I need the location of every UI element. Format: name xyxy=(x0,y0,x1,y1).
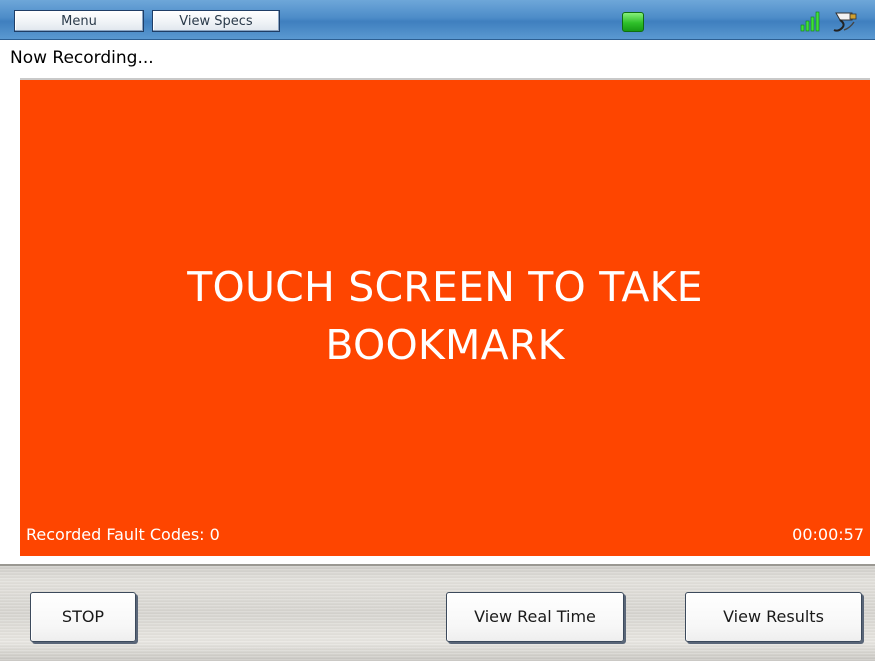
view-results-button[interactable]: View Results xyxy=(685,592,862,642)
bookmark-touch-area[interactable]: TOUCH SCREEN TO TAKE BOOKMARK Recorded F… xyxy=(20,78,870,556)
menu-button[interactable]: Menu xyxy=(14,10,144,32)
status-indicator-icon xyxy=(622,12,644,32)
top-toolbar: Menu View Specs xyxy=(0,0,875,40)
touch-message-line2: BOOKMARK xyxy=(325,321,565,369)
recording-status-text: Now Recording... xyxy=(10,48,154,68)
plug-cable-icon xyxy=(833,12,857,32)
stop-button[interactable]: STOP xyxy=(30,592,136,642)
fault-codes-count: Recorded Fault Codes: 0 xyxy=(26,525,220,544)
bottom-action-bar: STOP View Real Time View Results xyxy=(0,564,875,661)
view-real-time-button[interactable]: View Real Time xyxy=(446,592,624,642)
touch-message-line1: TOUCH SCREEN TO TAKE xyxy=(187,263,703,311)
view-specs-button[interactable]: View Specs xyxy=(152,10,280,32)
recording-timer: 00:00:57 xyxy=(792,525,864,544)
signal-strength-icon xyxy=(800,11,820,32)
app-window: Menu View Specs Now Recording... TOUCH S… xyxy=(0,0,875,661)
touch-message: TOUCH SCREEN TO TAKE BOOKMARK xyxy=(20,258,870,374)
